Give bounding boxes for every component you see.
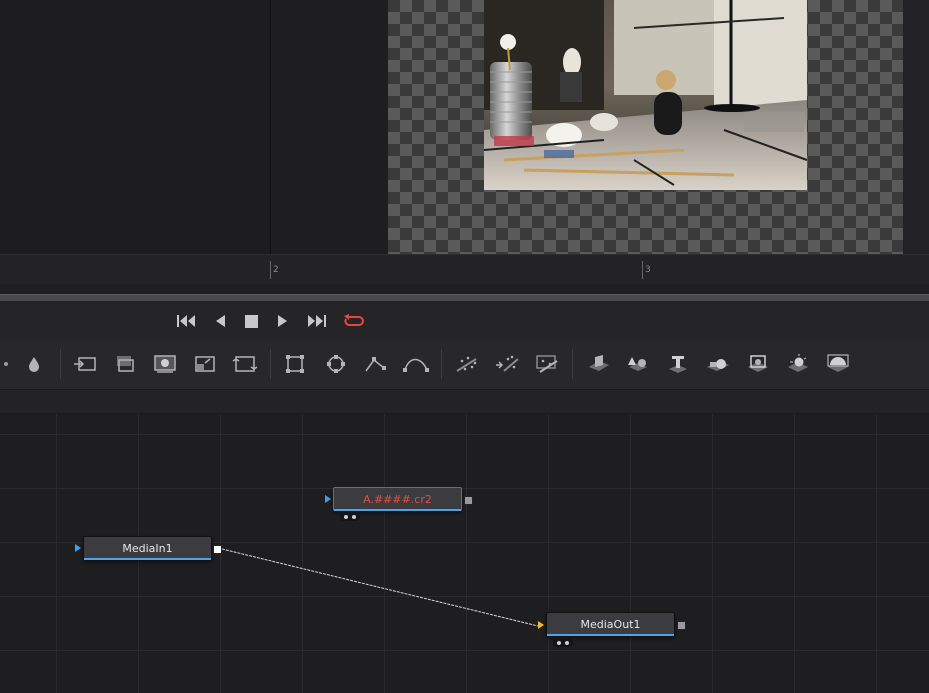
- ruler-gap: [0, 284, 929, 294]
- camera3d-tool-button[interactable]: [705, 351, 731, 377]
- rectangle-mask-tool-button[interactable]: [282, 351, 308, 377]
- node-label: MediaIn1: [122, 541, 173, 555]
- particle-render-icon: [496, 355, 519, 372]
- stop-icon: [244, 314, 258, 328]
- toolbar-separator: [441, 349, 442, 379]
- ellipse-mask-icon: [327, 355, 345, 373]
- image-plane3d-tool-button[interactable]: [825, 351, 851, 377]
- bspline-mask-icon: [403, 358, 429, 372]
- toolbar-separator: [270, 349, 271, 379]
- mediaout-output-port[interactable]: [677, 621, 686, 630]
- shape3d-icon: [589, 355, 609, 371]
- play-forward-button[interactable]: [275, 311, 291, 331]
- preview-image: [484, 0, 807, 190]
- renderer3d-tool-button[interactable]: [745, 351, 771, 377]
- stop-button[interactable]: [243, 311, 259, 331]
- merge3d-tool-button[interactable]: [625, 351, 651, 377]
- background-tool-button[interactable]: [112, 351, 138, 377]
- matte-control-tool-button[interactable]: [152, 351, 178, 377]
- merge3d-icon: [628, 357, 647, 371]
- loader-output-port[interactable]: [464, 496, 473, 505]
- viewer-area: [0, 0, 929, 254]
- ruler-tick: [642, 261, 643, 279]
- image-plane3d-icon: [827, 354, 849, 372]
- drop-icon: [29, 357, 39, 372]
- mediaout-input-port[interactable]: [538, 621, 544, 629]
- transform-tool-button[interactable]: [232, 351, 258, 377]
- background-icon: [117, 356, 134, 372]
- mediaout-sub-ports[interactable]: [553, 639, 573, 647]
- particle-emitter-icon: [456, 356, 477, 372]
- ruler-tick: [270, 261, 271, 279]
- toolbar-separator: [60, 349, 61, 379]
- ellipse-mask-tool-button[interactable]: [323, 351, 349, 377]
- skip-back-icon: [177, 315, 195, 327]
- polygon-mask-tool-button[interactable]: [363, 351, 389, 377]
- particle-region-tool-button[interactable]: [534, 351, 560, 377]
- shape3d-tool-button[interactable]: [585, 351, 611, 377]
- viewer-right-edge: [903, 0, 929, 254]
- node-mediain[interactable]: MediaIn1: [83, 536, 212, 560]
- particle-emitter-tool-button[interactable]: [454, 351, 480, 377]
- mediain-input-port[interactable]: [75, 544, 81, 552]
- play-icon: [278, 315, 287, 327]
- go-to-start-button[interactable]: [176, 311, 198, 331]
- paint-icon: [4, 362, 8, 366]
- renderer3d-icon: [748, 355, 768, 372]
- camera3d-icon: [707, 359, 729, 371]
- node-loader[interactable]: A.####.cr2: [333, 487, 462, 511]
- connection-mediain-to-mediaout[interactable]: [217, 547, 539, 627]
- toolbar-separator: [572, 349, 573, 379]
- skip-forward-icon: [308, 315, 326, 327]
- play-reverse-button[interactable]: [212, 311, 228, 331]
- ruler-tick-label: 3: [645, 265, 651, 275]
- node-mediaout[interactable]: MediaOut1: [546, 612, 675, 636]
- mediain-output-port[interactable]: [213, 545, 222, 554]
- node-editor-header: [0, 390, 929, 414]
- loop-icon: [344, 314, 364, 326]
- tool-bar: [0, 339, 929, 390]
- bspline-mask-tool-button[interactable]: [403, 351, 429, 377]
- play-reverse-icon: [216, 315, 225, 327]
- polygon-mask-icon: [365, 357, 386, 372]
- text3d-icon: [669, 356, 687, 373]
- time-ruler[interactable]: 2 3: [0, 254, 929, 285]
- transport-controls: [0, 301, 929, 339]
- loop-button[interactable]: [342, 311, 366, 331]
- loader-input-port[interactable]: [325, 495, 331, 503]
- text3d-tool-button[interactable]: [665, 351, 691, 377]
- rectangle-mask-icon: [286, 355, 304, 373]
- transform-icon: [232, 356, 258, 372]
- viewer-left-pane-extension[interactable]: [271, 0, 388, 254]
- light3d-tool-button[interactable]: [785, 351, 811, 377]
- drop-tool-button[interactable]: [21, 351, 47, 377]
- particle-render-tool-button[interactable]: [494, 351, 520, 377]
- node-label: A.####.cr2: [363, 492, 432, 506]
- particle-region-icon: [536, 355, 558, 373]
- go-to-end-button[interactable]: [305, 311, 327, 331]
- light3d-icon: [788, 354, 808, 372]
- node-label: MediaOut1: [580, 617, 641, 631]
- viewer-left[interactable]: [0, 0, 271, 254]
- resize-tool-button[interactable]: [192, 351, 218, 377]
- ruler-tick-label: 2: [273, 265, 279, 275]
- resize-icon: [195, 356, 215, 372]
- matte-icon: [154, 355, 176, 373]
- merge-icon: [74, 357, 96, 371]
- node-editor[interactable]: A.####.cr2 MediaIn1 MediaOut1: [0, 414, 929, 693]
- paint-tool-button[interactable]: [0, 351, 16, 377]
- loader-sub-ports[interactable]: [340, 513, 360, 521]
- merge-tool-button[interactable]: [72, 351, 98, 377]
